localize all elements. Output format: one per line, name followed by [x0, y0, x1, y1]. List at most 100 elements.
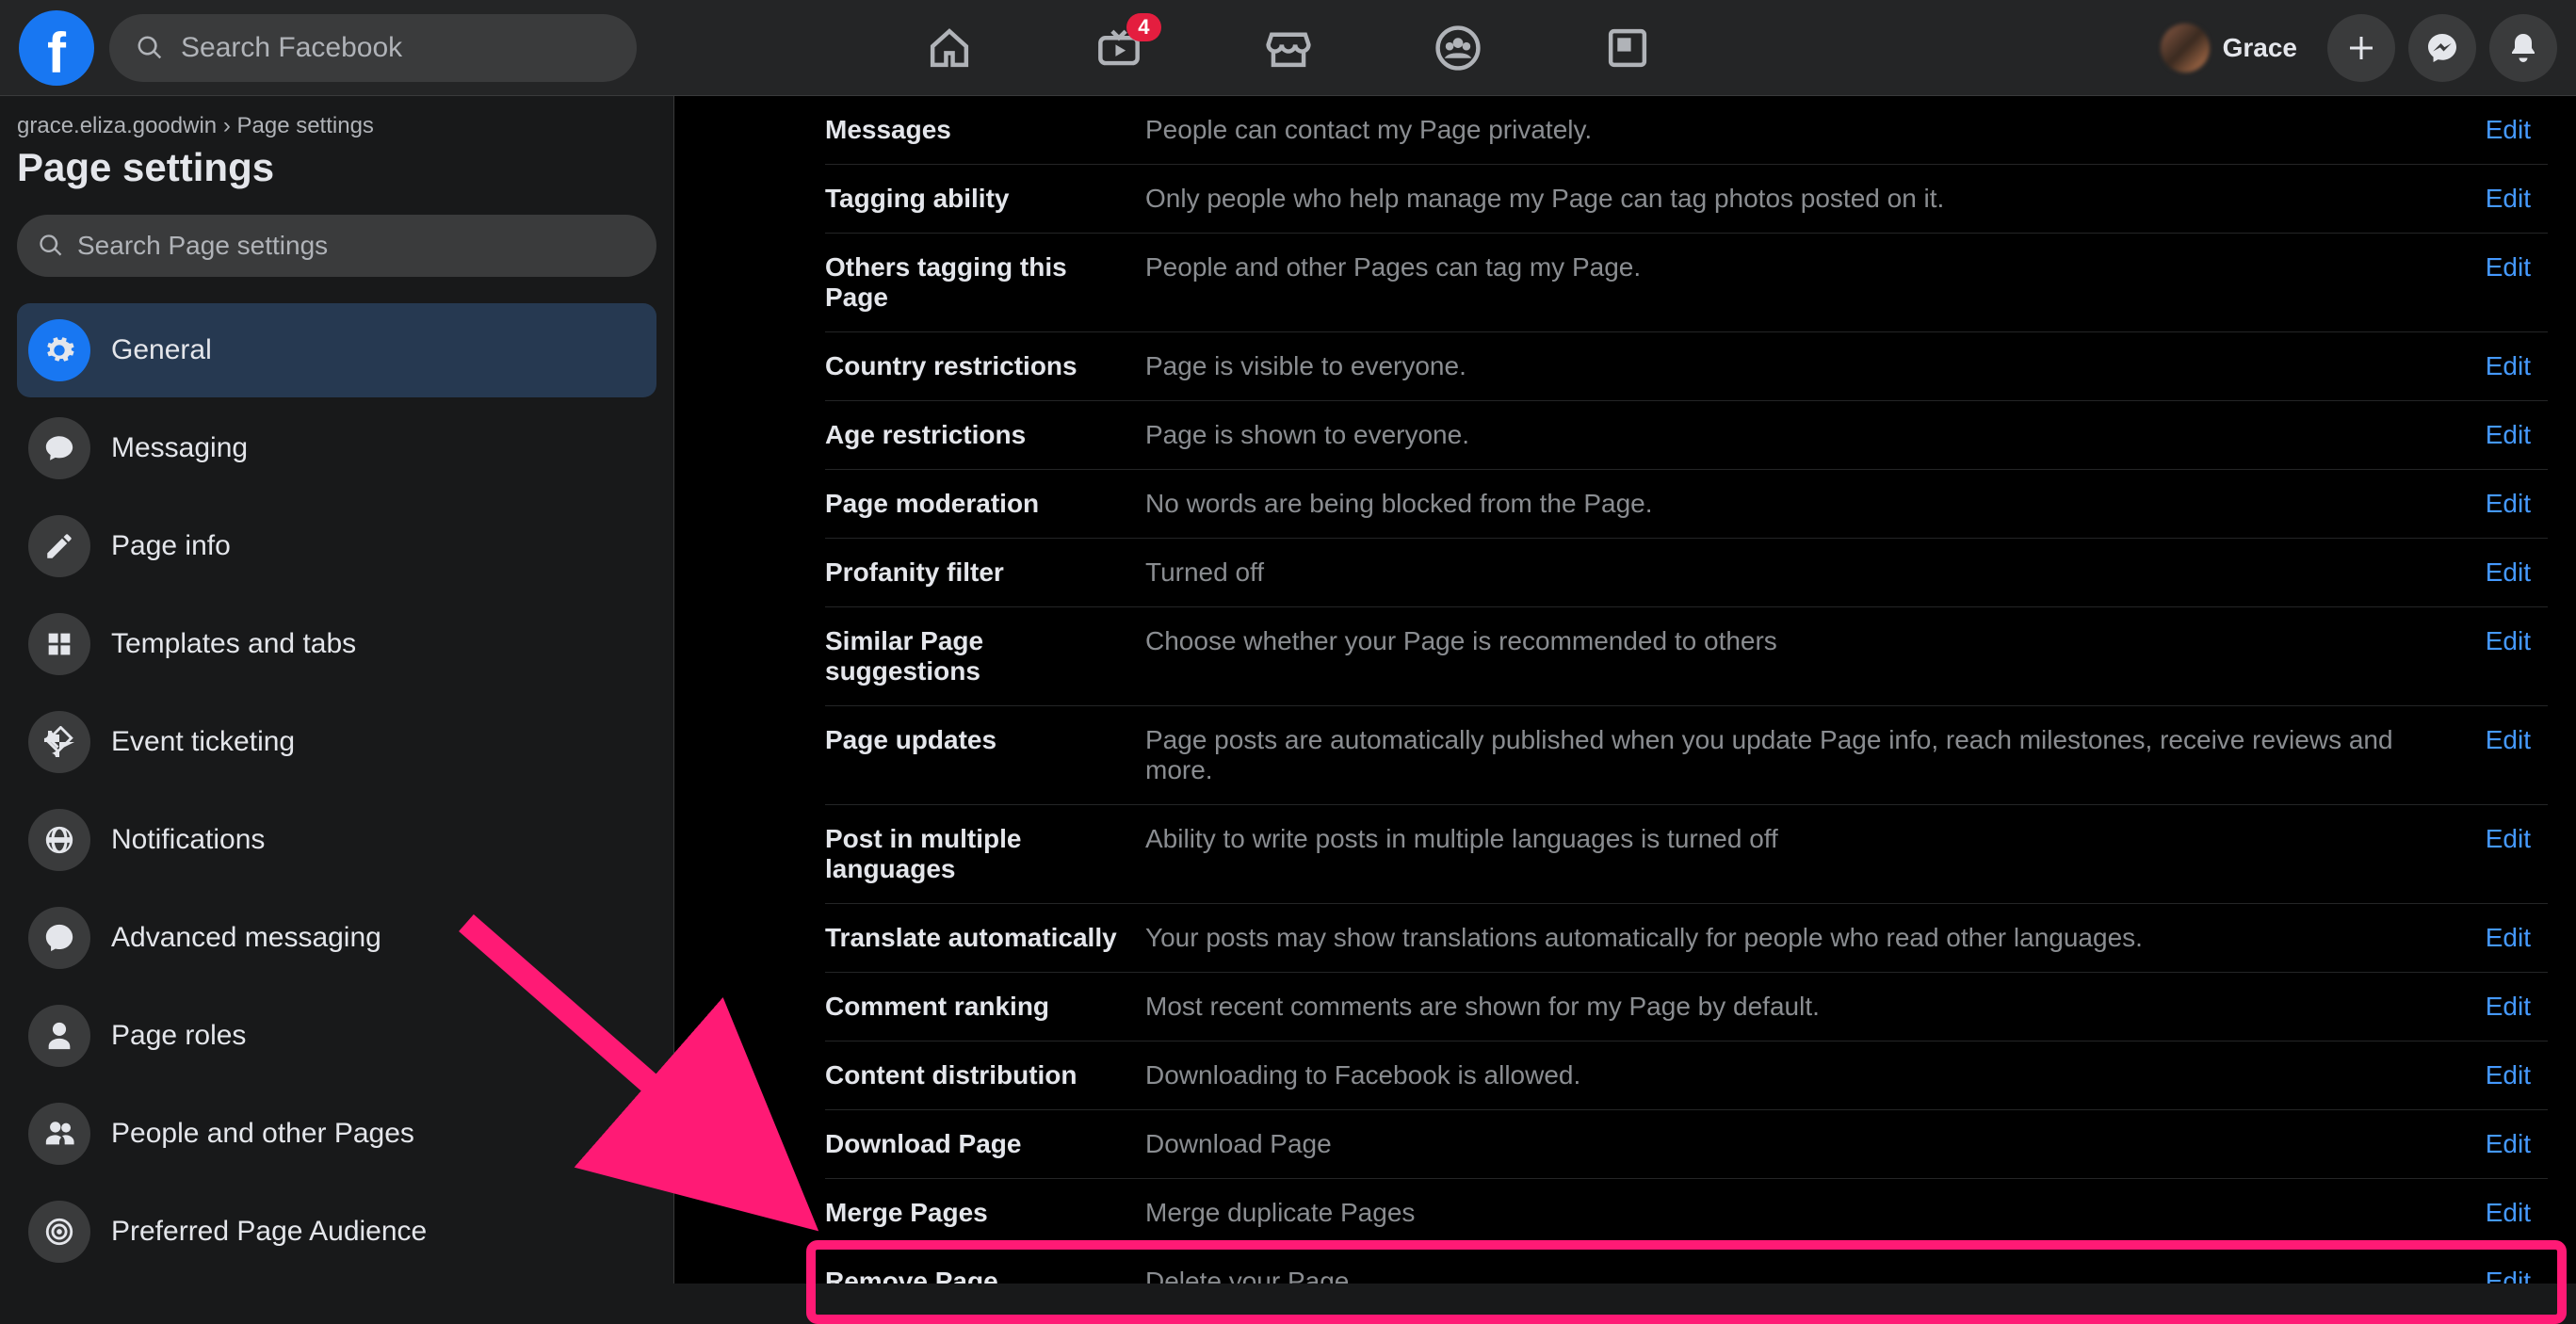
settings-row: Page updatesPage posts are automatically…: [825, 706, 2548, 805]
sidebar-item-pageinfo[interactable]: Page info: [17, 499, 656, 593]
setting-key: Download Page: [825, 1110, 1145, 1179]
settings-row: MessagesPeople can contact my Page priva…: [825, 96, 2548, 165]
groups-icon[interactable]: [1434, 24, 1482, 72]
setting-key: Comment ranking: [825, 973, 1145, 1041]
ticket-icon: [28, 711, 90, 773]
sidebar-item-general[interactable]: General: [17, 303, 656, 397]
facebook-logo[interactable]: f: [19, 10, 94, 86]
settings-row: Merge PagesMerge duplicate Pages Edit: [825, 1179, 2548, 1248]
setting-value: No words are being blocked from the Page…: [1145, 470, 2463, 539]
person-icon: [28, 1005, 90, 1067]
setting-key: Age restrictions: [825, 401, 1145, 470]
edit-link[interactable]: Edit: [2486, 626, 2531, 655]
sidebar-item-label: Event ticketing: [111, 726, 295, 758]
sidebar-item-ticketing[interactable]: Event ticketing: [17, 695, 656, 789]
setting-key: Others tagging this Page: [825, 234, 1145, 332]
setting-key: Profanity filter: [825, 539, 1145, 607]
chat2-icon: [28, 907, 90, 969]
home-icon[interactable]: [926, 24, 973, 72]
page-title: Page settings: [17, 145, 656, 190]
edit-link[interactable]: Edit: [2486, 725, 2531, 754]
settings-row: Comment rankingMost recent comments are …: [825, 973, 2548, 1041]
setting-key: Merge Pages: [825, 1179, 1145, 1248]
nav-center: 4: [926, 24, 1651, 72]
sidebar-item-notifs[interactable]: Notifications: [17, 793, 656, 887]
setting-value: People and other Pages can tag my Page.: [1145, 234, 2463, 332]
setting-key: Content distribution: [825, 1041, 1145, 1110]
setting-key: Page updates: [825, 706, 1145, 805]
avatar: [2161, 24, 2210, 73]
edit-link[interactable]: Edit: [2486, 1267, 2531, 1284]
gaming-icon[interactable]: [1604, 24, 1651, 72]
setting-value: Download Page: [1145, 1110, 2463, 1179]
settings-row: Page moderationNo words are being blocke…: [825, 470, 2548, 539]
create-button[interactable]: [2327, 14, 2395, 82]
setting-value: Most recent comments are shown for my Pa…: [1145, 973, 2463, 1041]
main-content: MessagesPeople can contact my Page priva…: [674, 96, 2576, 1284]
sidebar-item-messaging[interactable]: Messaging: [17, 401, 656, 495]
edit-link[interactable]: Edit: [2486, 1129, 2531, 1158]
setting-key: Similar Page suggestions: [825, 607, 1145, 706]
search-facebook[interactable]: [109, 14, 637, 82]
settings-row: Others tagging this PagePeople and other…: [825, 234, 2548, 332]
settings-row: Download PageDownload Page Edit: [825, 1110, 2548, 1179]
sidebar-nav: GeneralMessagingPage infoTemplates and t…: [17, 303, 656, 1279]
watch-icon[interactable]: 4: [1095, 24, 1142, 72]
settings-row: Country restrictionsPage is visible to e…: [825, 332, 2548, 401]
user-chip[interactable]: Grace: [2155, 18, 2314, 78]
search-icon: [136, 34, 164, 62]
sidebar-item-audience[interactable]: Preferred Page Audience: [17, 1185, 656, 1279]
setting-value: Page is visible to everyone.: [1145, 332, 2463, 401]
edit-link[interactable]: Edit: [2486, 420, 2531, 449]
breadcrumb-root[interactable]: grace.eliza.goodwin: [17, 113, 217, 138]
sidebar-item-people[interactable]: People and other Pages: [17, 1087, 656, 1181]
edit-link[interactable]: Edit: [2486, 923, 2531, 952]
setting-value: Ability to write posts in multiple langu…: [1145, 805, 2463, 904]
settings-row: Age restrictionsPage is shown to everyon…: [825, 401, 2548, 470]
edit-link[interactable]: Edit: [2486, 1198, 2531, 1227]
sidebar: grace.eliza.goodwin › Page settings Page…: [0, 96, 674, 1284]
setting-value: People can contact my Page privately.: [1145, 96, 2463, 165]
setting-key: Page moderation: [825, 470, 1145, 539]
notifications-button[interactable]: [2489, 14, 2557, 82]
edit-link[interactable]: Edit: [2486, 824, 2531, 853]
sidebar-item-templates[interactable]: Templates and tabs: [17, 597, 656, 691]
setting-value: Your posts may show translations automat…: [1145, 904, 2463, 973]
sidebar-item-label: Preferred Page Audience: [111, 1216, 427, 1248]
edit-link[interactable]: Edit: [2486, 489, 2531, 518]
sidebar-item-label: Page roles: [111, 1020, 246, 1052]
people-icon: [28, 1103, 90, 1165]
marketplace-icon[interactable]: [1265, 24, 1312, 72]
sidebar-item-label: Advanced messaging: [111, 922, 381, 954]
chat-icon: [28, 417, 90, 479]
setting-key: Remove Page: [825, 1248, 1145, 1284]
sidebar-item-roles[interactable]: Page roles: [17, 989, 656, 1083]
breadcrumb-current: Page settings: [236, 113, 373, 138]
settings-row: Profanity filterTurned offEdit: [825, 539, 2548, 607]
sidebar-item-advmsg[interactable]: Advanced messaging: [17, 891, 656, 985]
setting-key: Messages: [825, 96, 1145, 165]
search-input[interactable]: [181, 32, 610, 64]
messenger-button[interactable]: [2408, 14, 2476, 82]
sidebar-search[interactable]: [17, 215, 656, 277]
settings-row: Content distributionDownloading to Faceb…: [825, 1041, 2548, 1110]
edit-link[interactable]: Edit: [2486, 252, 2531, 282]
setting-value: Merge duplicate Pages: [1145, 1179, 2463, 1248]
gear-icon: [28, 319, 90, 381]
edit-link[interactable]: Edit: [2486, 115, 2531, 144]
edit-link[interactable]: Edit: [2486, 1060, 2531, 1090]
target-icon: [28, 1201, 90, 1263]
setting-key: Post in multiple languages: [825, 805, 1145, 904]
settings-row: Tagging abilityOnly people who help mana…: [825, 165, 2548, 234]
globe-icon: [28, 809, 90, 871]
grid-icon: [28, 613, 90, 675]
edit-link[interactable]: Edit: [2486, 184, 2531, 213]
edit-link[interactable]: Edit: [2486, 557, 2531, 587]
setting-key: Tagging ability: [825, 165, 1145, 234]
search-icon: [38, 233, 64, 259]
topbar: f 4 Grace: [0, 0, 2576, 96]
edit-link[interactable]: Edit: [2486, 992, 2531, 1021]
edit-link[interactable]: Edit: [2486, 351, 2531, 380]
sidebar-search-input[interactable]: [77, 231, 636, 261]
user-name: Grace: [2223, 33, 2297, 63]
